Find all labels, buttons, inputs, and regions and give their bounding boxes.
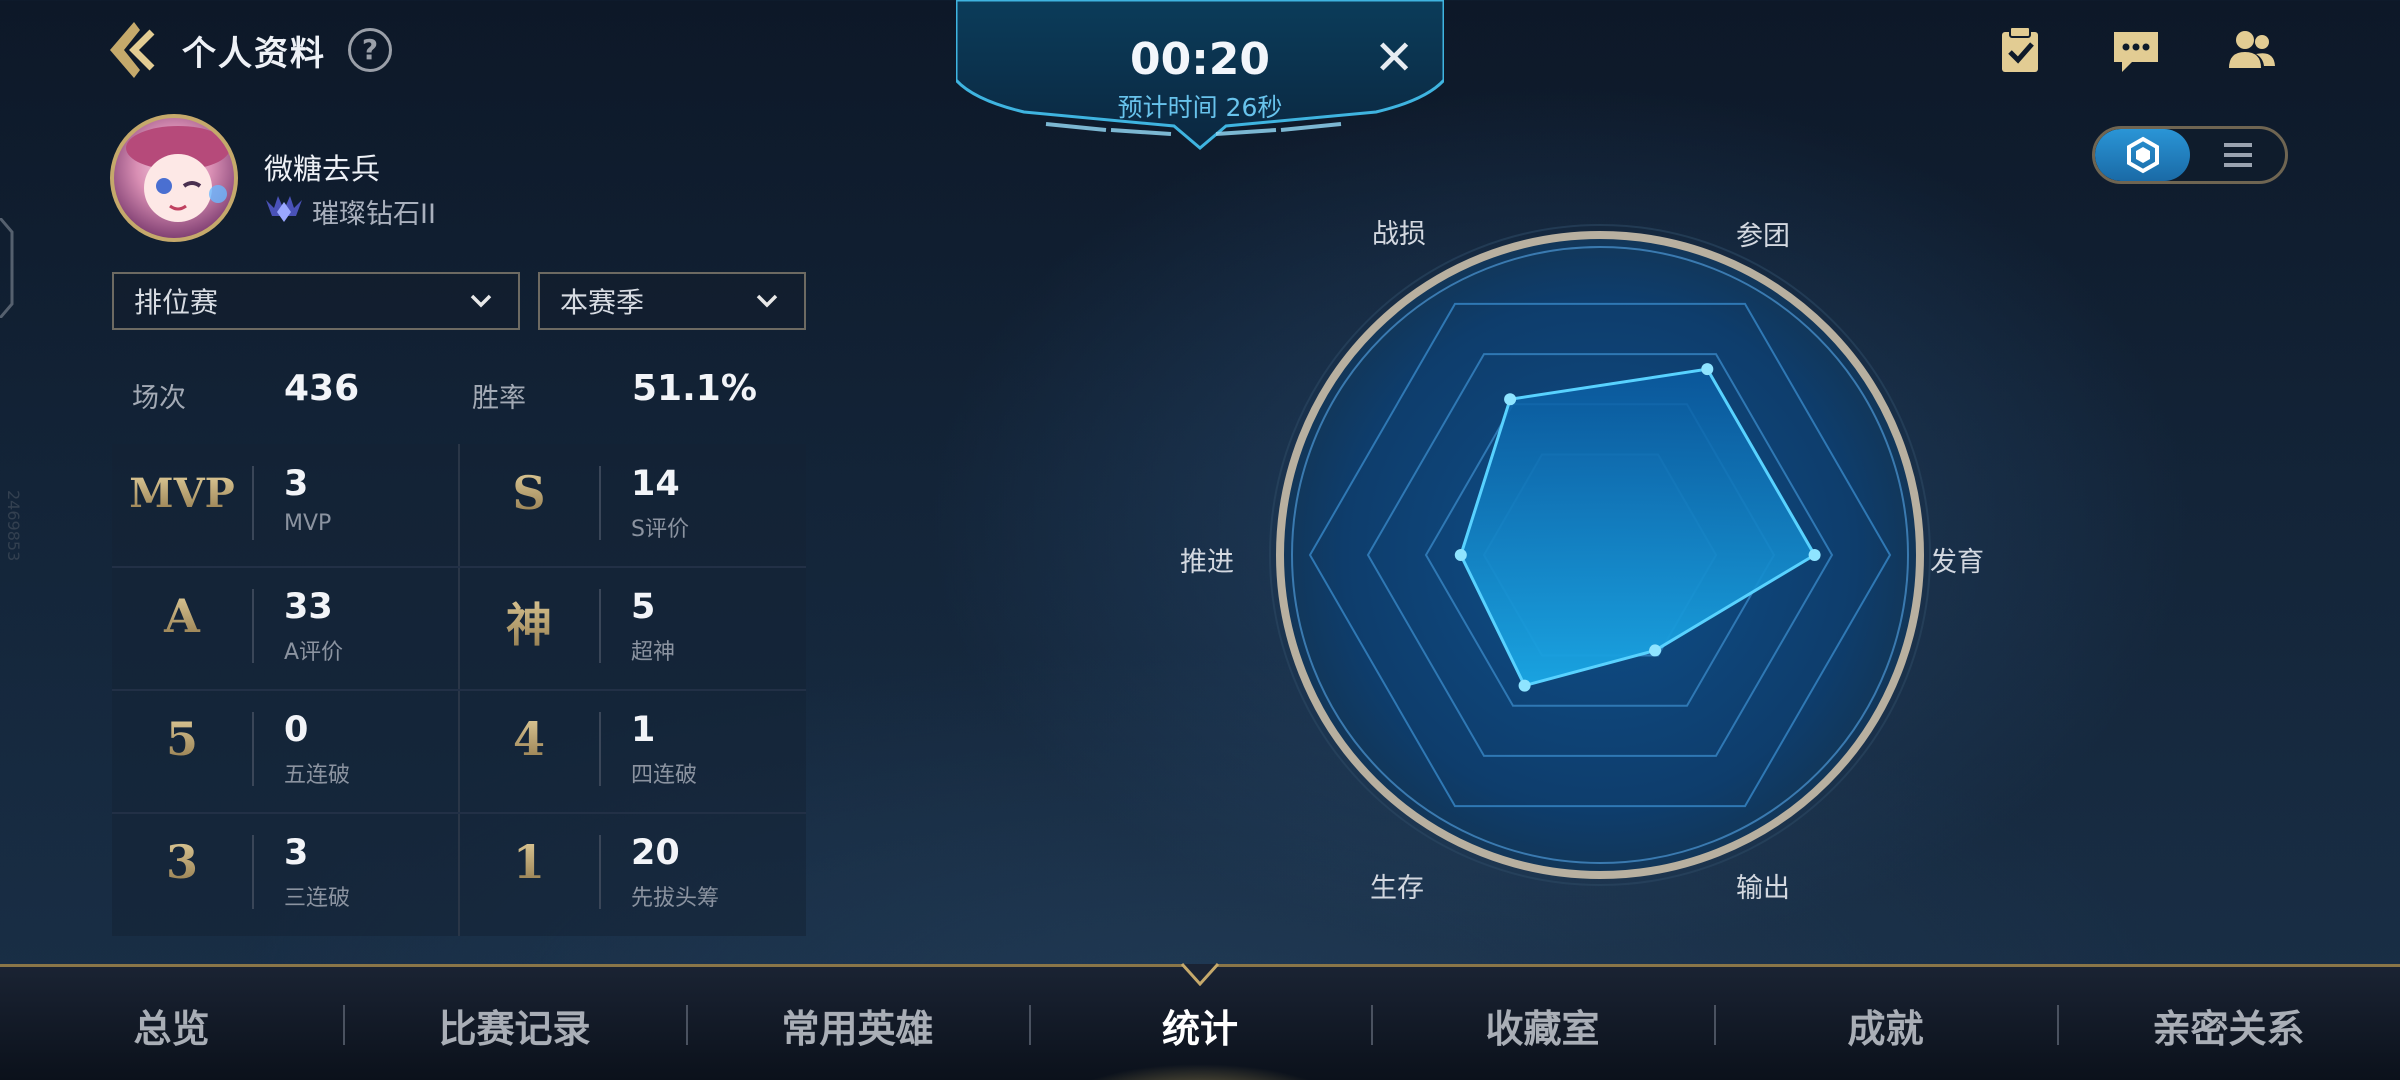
stat-value: 3 [284,833,309,873]
grid-divider [112,689,806,691]
list-view-button[interactable] [2190,129,2285,181]
grid-divider [112,812,806,814]
stat-value: 14 [631,464,680,504]
player-name: 微糖去兵 [264,152,381,186]
divider [599,589,601,663]
winrate-label: 胜率 [472,383,526,414]
axis-label-damage: 输出 [1736,873,1790,904]
stat-penta: 5 0 五连破 [112,690,459,813]
stat-label: 先拔头筹 [631,886,720,911]
stat-value: 5 [631,587,656,627]
divider [599,835,601,909]
stat-triple: 3 3 三连破 [112,813,459,936]
divider [252,835,254,909]
stat-label: 三连破 [284,886,351,911]
stat-value: 1 [631,710,656,750]
axis-label-push: 推进 [1180,547,1234,578]
stat-value: 33 [284,587,333,627]
stat-label: S评价 [631,517,689,542]
axis-label-farming: 发育 [1930,547,1984,578]
stat-label: MVP [284,511,332,536]
divider [252,589,254,663]
watermark: 2469853 [4,490,23,562]
stat-glyph: 神 [459,589,599,655]
stat-quadra: 4 1 四连破 [459,690,806,813]
timer-time: 00:20 [1129,34,1271,85]
axis-label-survival: 生存 [1370,873,1424,904]
chat-icon[interactable] [2110,24,2162,76]
radar-point-0 [1504,393,1517,406]
axis-label-damage-taken: 战损 [1372,219,1426,250]
radar-point-5 [1454,549,1467,561]
radar-point-1 [1701,363,1714,376]
rank-text: 璀璨钻石II [312,199,436,230]
back-icon[interactable] [104,18,164,82]
stat-godlike: 神 5 超神 [459,567,806,690]
axis-label-teamfight: 参团 [1736,221,1790,252]
stat-label: 超神 [631,640,676,665]
stat-label: A评价 [284,640,344,665]
divider [252,466,254,540]
cancel-match-button[interactable]: ✕ [1374,34,1414,82]
page-title: 个人资料 [182,34,326,74]
stat-glyph: A [112,589,252,643]
tab-overview[interactable]: 总览 [0,967,343,1080]
active-tab-caret-icon [1180,962,1220,986]
stat-glyph: 4 [459,712,599,766]
radar-chart [1269,224,1931,886]
mode-dropdown-value: 排位赛 [134,286,219,319]
radar-point-3 [1649,644,1662,657]
stat-value: 3 [284,464,309,504]
stat-a: A 33 A评价 [112,567,459,690]
radar-view-button[interactable] [2095,129,2190,181]
avatar[interactable] [110,114,238,242]
season-dropdown[interactable]: 本赛季 [538,272,806,330]
stat-glyph: 3 [112,835,252,889]
games-value: 436 [284,368,360,409]
winrate-value: 51.1% [632,368,757,409]
stat-first-blood: 1 20 先拔头筹 [459,813,806,936]
hexagon-icon [2126,136,2159,174]
rank-diamond-icon [266,196,302,222]
stat-glyph: S [459,466,599,520]
stat-mvp: MVP 3 MVP [112,444,459,567]
stat-value: 0 [284,710,309,750]
estimated-time: 预计时间 26秒 [1117,93,1283,122]
radar-point-2 [1808,549,1821,561]
task-icon[interactable] [1994,24,2046,76]
chevron-down-icon [756,294,778,308]
stat-glyph: MVP [112,470,252,517]
chevron-down-icon [470,294,492,308]
stat-glyph: 1 [459,835,599,889]
tab-match-history[interactable]: 比赛记录 [343,967,686,1080]
avatar-image [126,126,230,222]
friends-icon[interactable] [2226,24,2278,76]
stat-label: 五连破 [284,763,351,788]
divider [599,466,601,540]
games-label: 场次 [132,383,186,414]
tab-collection[interactable]: 收藏室 [1371,967,1714,1080]
stat-value: 20 [631,833,680,873]
tab-relationships[interactable]: 亲密关系 [2057,967,2400,1080]
stat-label: 四连破 [631,763,698,788]
mode-dropdown[interactable]: 排位赛 [112,272,520,330]
matchmaking-timer: 00:20 预计时间 26秒 ✕ [956,0,1444,150]
season-dropdown-value: 本赛季 [560,286,645,319]
stat-s: S 14 S评价 [459,444,806,567]
tab-achievements[interactable]: 成就 [1714,967,2057,1080]
divider [252,712,254,786]
radar-point-4 [1518,679,1531,692]
left-edge-tab [0,218,14,318]
grid-divider [112,566,806,568]
help-icon[interactable]: ? [348,28,392,72]
view-toggle[interactable] [2092,126,2288,184]
list-icon [2223,143,2252,167]
divider [599,712,601,786]
tab-heroes[interactable]: 常用英雄 [686,967,1029,1080]
stat-glyph: 5 [112,712,252,766]
